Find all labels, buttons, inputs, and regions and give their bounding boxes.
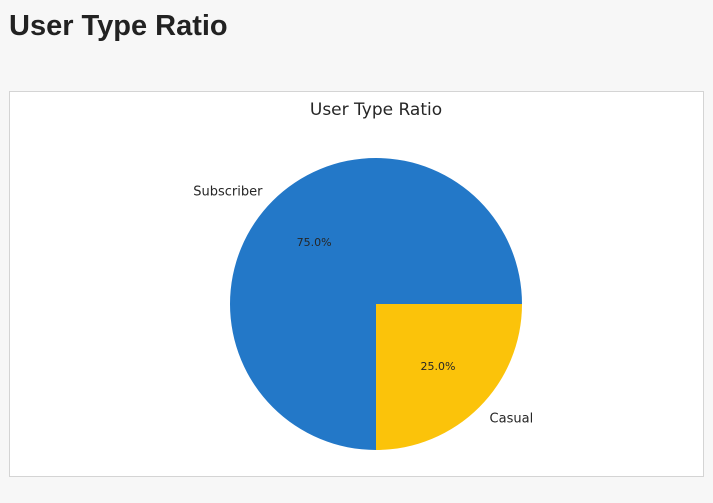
percent-label-casual: 25.0% xyxy=(420,360,455,373)
percent-label-subscriber: 75.0% xyxy=(297,236,332,249)
chart-card: User Type Ratio Subscriber 75.0% Casual 25.… xyxy=(9,91,704,477)
chart-title: User Type Ratio xyxy=(310,100,442,120)
slice-label-subscriber: Subscriber xyxy=(193,184,263,199)
page: User Type Ratio User Type Ratio Subscrib… xyxy=(0,0,713,503)
page-title: User Type Ratio xyxy=(9,10,228,42)
pie-chart: User Type Ratio Subscriber 75.0% Casual 25.… xyxy=(193,100,534,450)
slice-label-casual: Casual xyxy=(490,412,534,427)
pie-slices xyxy=(230,158,522,450)
pie-slice-casual xyxy=(376,304,522,450)
